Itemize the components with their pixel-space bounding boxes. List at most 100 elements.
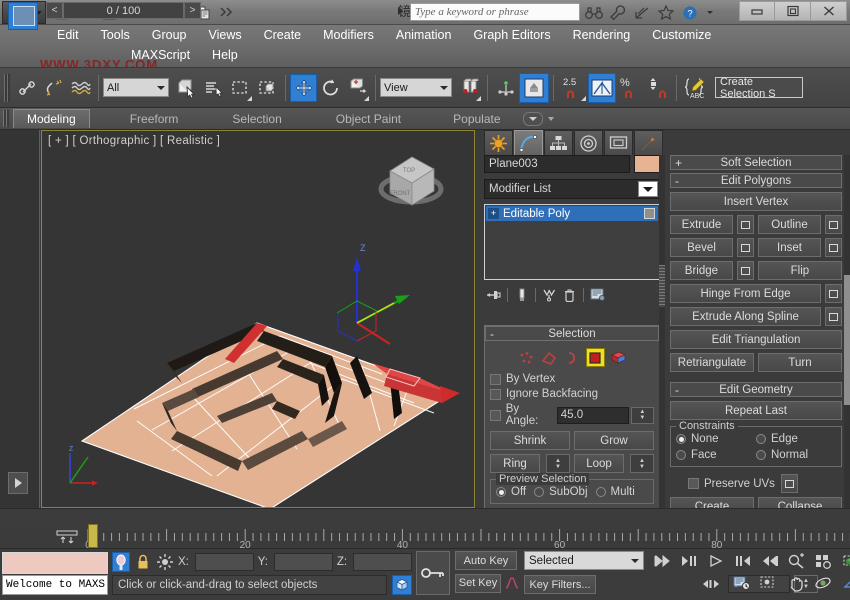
next-frame-icon[interactable] <box>731 551 755 571</box>
maximize-viewport-toggle-icon[interactable] <box>838 573 850 593</box>
viewcube[interactable]: TOP FRONT <box>376 143 446 215</box>
pin-stack-icon[interactable] <box>484 285 503 305</box>
auto-key-button[interactable]: Auto Key <box>455 551 517 570</box>
rollout-toggle-icon[interactable]: - <box>675 383 679 397</box>
select-and-manipulate-icon[interactable] <box>492 74 519 102</box>
rollout-toggle-icon[interactable]: - <box>675 174 679 188</box>
loop-button[interactable]: Loop <box>574 454 624 473</box>
bevel-settings-button[interactable] <box>737 238 754 257</box>
selection-filter-select[interactable]: All <box>103 78 169 97</box>
inset-button[interactable]: Inset <box>758 238 821 257</box>
bridge-button[interactable]: Bridge <box>670 261 733 280</box>
search-input[interactable]: Type a keyword or phrase <box>410 3 580 21</box>
hinge-from-edge-button[interactable]: Hinge From Edge <box>670 284 821 303</box>
inset-settings-button[interactable] <box>825 238 842 257</box>
extrude-along-spline-button[interactable]: Extrude Along Spline <box>670 307 821 326</box>
modifier-stack-item[interactable]: + Editable Poly <box>486 206 658 221</box>
select-link-icon[interactable] <box>13 74 40 102</box>
toolbar-grip[interactable] <box>4 74 10 102</box>
utilities-tab-icon[interactable] <box>634 130 663 155</box>
pan-view-icon[interactable] <box>784 573 808 593</box>
expand-panel-button[interactable] <box>8 472 28 494</box>
preview-subobj-radio[interactable]: SubObj <box>534 486 587 498</box>
outline-settings-button[interactable] <box>825 215 842 234</box>
select-and-move-icon[interactable] <box>290 74 317 102</box>
soft-selection-rollout-header[interactable]: + Soft Selection <box>670 155 842 170</box>
zoom-icon[interactable] <box>785 551 809 571</box>
maxscript-mini-listener-input[interactable]: Welcome to MAXS <box>2 575 108 595</box>
menu-item-group[interactable]: Group <box>141 25 198 45</box>
key-mode-step-icon[interactable] <box>700 575 722 593</box>
element-subobject-icon[interactable] <box>609 348 628 367</box>
set-key-button[interactable]: Set Key <box>455 574 501 593</box>
previous-frame-icon[interactable] <box>677 551 701 571</box>
menu-item-create[interactable]: Create <box>253 25 313 45</box>
ribbon-options-caret-icon[interactable] <box>548 117 554 121</box>
constraint-normal-radio[interactable]: Normal <box>756 449 836 461</box>
object-name-input[interactable]: Plane003 <box>484 155 630 173</box>
rectangular-selection-region-icon[interactable] <box>227 74 254 102</box>
time-slider-handle[interactable] <box>88 524 98 548</box>
use-pivot-point-center-icon[interactable] <box>456 74 483 102</box>
modify-tab-icon[interactable] <box>514 130 543 155</box>
edit-geometry-rollout-header[interactable]: - Edit Geometry <box>670 382 842 397</box>
command-panel-scrollbar-right[interactable] <box>844 155 850 508</box>
x-coord-field[interactable] <box>195 553 254 571</box>
preserve-uvs-settings-button[interactable] <box>781 474 798 493</box>
repeat-last-button[interactable]: Repeat Last <box>670 401 842 420</box>
ribbon-tab-modeling[interactable]: Modeling <box>13 109 90 128</box>
close-button[interactable] <box>811 1 847 21</box>
make-unique-icon[interactable] <box>540 285 559 305</box>
y-coord-field[interactable] <box>274 553 333 571</box>
ring-spinner[interactable]: ▲▼ <box>546 454 570 473</box>
next-frame-button[interactable]: > <box>184 2 201 19</box>
angle-snap-toggle-icon[interactable]: 2.5 <box>558 74 588 102</box>
remove-modifier-icon[interactable] <box>560 285 579 305</box>
current-frame-display[interactable]: 0 / 100 <box>63 2 184 19</box>
menu-item-help[interactable]: Help <box>201 45 249 65</box>
go-to-end-icon[interactable] <box>758 551 782 571</box>
extrude-button[interactable]: Extrude <box>670 215 733 234</box>
key-filter-selection-level-select[interactable]: Selected <box>524 551 644 570</box>
scrollbar-thumb[interactable] <box>659 265 665 307</box>
command-panel-scrollbar-left[interactable] <box>659 155 665 508</box>
bind-to-space-warp-icon[interactable] <box>67 74 94 102</box>
object-color-swatch[interactable] <box>634 155 660 173</box>
reference-coordinate-system-select[interactable]: View <box>380 78 452 97</box>
expand-modifier-icon[interactable]: + <box>488 208 499 219</box>
constraint-edge-radio[interactable]: Edge <box>756 433 836 445</box>
more-commands-icon[interactable] <box>216 2 238 23</box>
by-vertex-checkbox[interactable]: By Vertex <box>490 373 654 385</box>
outline-button[interactable]: Outline <box>758 215 821 234</box>
selection-lock-toggle-icon[interactable] <box>112 552 130 572</box>
vertex-subobject-icon[interactable] <box>517 348 536 367</box>
select-by-name-icon[interactable] <box>200 74 227 102</box>
turn-button[interactable]: Turn <box>758 353 842 372</box>
menu-item-customize[interactable]: Customize <box>641 25 722 45</box>
selection-rollout-header[interactable]: - Selection <box>485 326 659 341</box>
constraint-face-radio[interactable]: Face <box>676 449 756 461</box>
region-zoom-icon[interactable] <box>757 573 781 593</box>
ribbon-grip[interactable] <box>3 110 9 127</box>
previous-frame-button[interactable]: < <box>46 2 63 19</box>
shrink-button[interactable]: Shrink <box>490 431 570 450</box>
motion-tab-icon[interactable] <box>574 130 603 155</box>
window-crossing-icon[interactable] <box>254 74 281 102</box>
menu-item-tools[interactable]: Tools <box>90 25 141 45</box>
snaps-toggle-icon[interactable] <box>519 73 549 103</box>
zoom-all-icon[interactable] <box>812 551 836 571</box>
binoculars-icon[interactable] <box>585 3 603 22</box>
ribbon-tab-freeform[interactable]: Freeform <box>116 109 193 129</box>
menu-item-maxscript[interactable]: MAXScript <box>120 45 201 65</box>
minimize-button[interactable] <box>739 1 775 21</box>
chevron-down-icon[interactable] <box>638 181 658 197</box>
viewport-layout-thumbnail[interactable] <box>8 2 38 30</box>
edit-triangulation-button[interactable]: Edit Triangulation <box>670 330 842 349</box>
ribbon-tab-object-paint[interactable]: Object Paint <box>322 109 415 129</box>
ring-button[interactable]: Ring <box>490 454 540 473</box>
help-icon[interactable]: ? <box>681 3 699 22</box>
title-expand-icon[interactable] <box>398 7 403 15</box>
create-tab-icon[interactable] <box>484 130 513 155</box>
preview-off-radio[interactable]: Off <box>496 486 526 498</box>
named-selection-sets-icon[interactable]: ABC <box>681 74 711 102</box>
